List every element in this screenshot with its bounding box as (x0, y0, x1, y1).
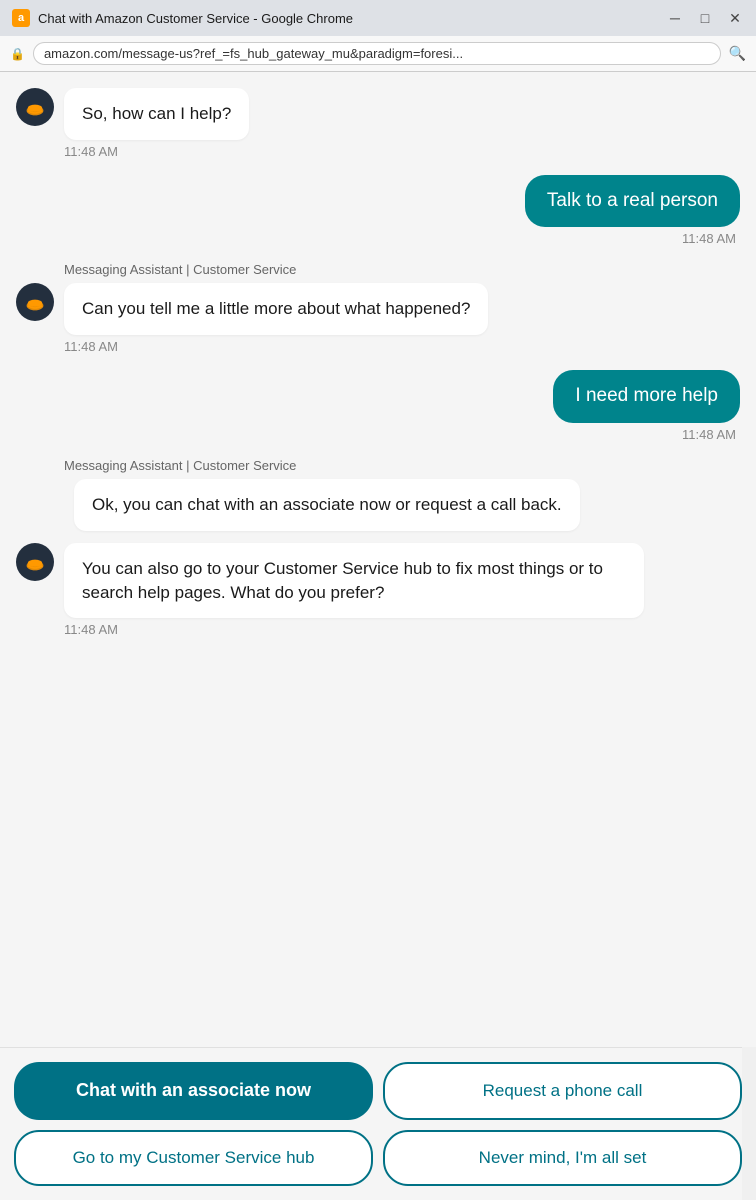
chat-area: So, how can I help? 11:48 AM Talk to a r… (0, 72, 756, 1047)
bot-avatar-5 (16, 543, 54, 581)
bot-message-row-1: So, how can I help? (16, 88, 740, 140)
buttons-grid: Chat with an associate now Request a pho… (14, 1062, 742, 1186)
user-message-row-4: I need more help (16, 370, 740, 423)
bot-avatar-3 (16, 283, 54, 321)
bot-message-row-5b: You can also go to your Customer Service… (16, 543, 740, 619)
assistant-label-5: Messaging Assistant | Customer Service (64, 458, 740, 473)
window-controls: ─ □ ✕ (666, 10, 744, 27)
bot-message-row-5a: Ok, you can chat with an associate now o… (16, 479, 740, 531)
message-group-3: Messaging Assistant | Customer Service C… (16, 262, 740, 364)
user-bubble-4: I need more help (553, 370, 740, 423)
timestamp-1: 11:48 AM (16, 144, 740, 159)
bot-bubble-3: Can you tell me a little more about what… (64, 283, 488, 335)
timestamp-4: 11:48 AM (16, 427, 740, 442)
bot-avatar-1 (16, 88, 54, 126)
chat-now-button[interactable]: Chat with an associate now (14, 1062, 373, 1120)
message-group-1: So, how can I help? 11:48 AM (16, 88, 740, 169)
message-group-5: Messaging Assistant | Customer Service O… (16, 458, 740, 647)
timestamp-3: 11:48 AM (16, 339, 740, 354)
assistant-label-3: Messaging Assistant | Customer Service (64, 262, 740, 277)
message-group-4: I need more help 11:48 AM (16, 370, 740, 452)
lock-icon: 🔒 (10, 47, 25, 61)
search-icon[interactable]: 🔍 (729, 45, 746, 62)
bot-bubble-5b: You can also go to your Customer Service… (64, 543, 644, 619)
timestamp-5: 11:48 AM (16, 622, 740, 637)
cs-hub-button[interactable]: Go to my Customer Service hub (14, 1130, 373, 1186)
minimize-button[interactable]: ─ (666, 10, 684, 27)
bot-bubble-5a: Ok, you can chat with an associate now o… (74, 479, 580, 531)
bot-bubble-1: So, how can I help? (64, 88, 249, 140)
timestamp-2: 11:48 AM (16, 231, 740, 246)
browser-icon: a (12, 9, 30, 27)
close-button[interactable]: ✕ (726, 10, 744, 27)
window-title: Chat with Amazon Customer Service - Goog… (38, 11, 658, 26)
user-message-row-2: Talk to a real person (16, 175, 740, 228)
user-bubble-2: Talk to a real person (525, 175, 740, 228)
address-bar: 🔒 🔍 (0, 36, 756, 72)
action-buttons-area: Chat with an associate now Request a pho… (0, 1047, 756, 1200)
bot-message-row-3: Can you tell me a little more about what… (16, 283, 740, 335)
url-input[interactable] (33, 42, 721, 65)
message-group-2: Talk to a real person 11:48 AM (16, 175, 740, 257)
nevermind-button[interactable]: Never mind, I'm all set (383, 1130, 742, 1186)
maximize-button[interactable]: □ (696, 10, 714, 27)
phone-call-button[interactable]: Request a phone call (383, 1062, 742, 1120)
title-bar: a Chat with Amazon Customer Service - Go… (0, 0, 756, 36)
